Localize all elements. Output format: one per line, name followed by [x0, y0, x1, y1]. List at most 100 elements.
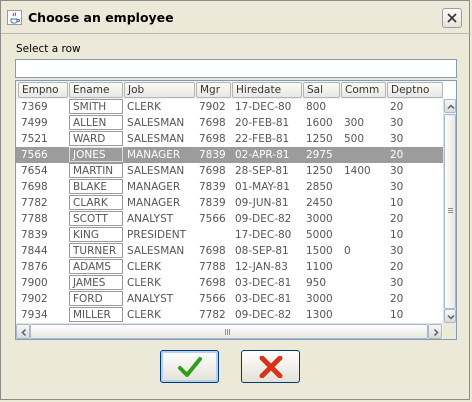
cell-job: MANAGER [127, 181, 181, 193]
cell-sal: 1250 [306, 165, 333, 177]
prompt-label: Select a row [16, 43, 81, 55]
table-row[interactable]: 7934 MILLER CLERK 7782 09-DEC-82 1300 10 [16, 307, 443, 323]
cell-sal: 3000 [306, 213, 333, 225]
vertical-scroll-thumb[interactable] [444, 114, 456, 309]
arrow-right-icon [433, 328, 439, 337]
cell-deptno: 30 [390, 181, 404, 193]
table-row[interactable]: 7369 SMITH CLERK 7902 17-DEC-80 800 20 [16, 99, 443, 115]
cell-job: CLERK [127, 277, 161, 289]
cell-mgr: 7788 [199, 261, 226, 273]
cell-sal: 2450 [306, 197, 333, 209]
cell-ename: JAMES [69, 275, 123, 290]
cell-mgr: 7839 [199, 181, 226, 193]
cell-ename: MILLER [69, 307, 123, 322]
cell-ename: BLAKE [69, 179, 123, 194]
cell-comm [341, 179, 386, 195]
cell-hiredate: 17-DEC-80 [235, 229, 292, 241]
cell-hiredate: 28-SEP-81 [235, 165, 289, 177]
cell-comm [341, 211, 386, 227]
scroll-left-button[interactable] [16, 324, 30, 339]
table-row[interactable]: 7499 ALLEN SALESMAN 7698 20-FEB-81 1600 300 30 [16, 115, 443, 131]
scroll-up-button[interactable] [444, 99, 456, 113]
cell-job: SALESMAN [127, 117, 185, 129]
cell-hiredate: 03-DEC-81 [235, 277, 292, 289]
cell-sal: 2975 [306, 149, 333, 161]
cell-ename: JONES [69, 147, 123, 162]
table-row[interactable]: 7521 WARD SALESMAN 7698 22-FEB-81 1250 500 30 [16, 131, 443, 147]
arrow-down-icon [447, 314, 455, 320]
cell-comm [341, 275, 386, 291]
cell-sal: 5000 [306, 229, 333, 241]
cell-deptno: 20 [390, 261, 404, 273]
cell-job: ANALYST [127, 293, 174, 305]
cell-deptno: 30 [390, 117, 404, 129]
table-row[interactable]: 7844 TURNER SALESMAN 7698 08-SEP-81 1500 0 30 [16, 243, 443, 259]
table-row[interactable]: 7876 ADAMS CLERK 7788 12-JAN-83 1100 20 [16, 259, 443, 275]
table-row[interactable]: 7654 MARTIN SALESMAN 7698 28-SEP-81 1250 1400 3… [16, 163, 443, 179]
column-header-empno[interactable]: Empno [18, 82, 68, 98]
cell-deptno: 30 [390, 245, 404, 257]
cell-hiredate: 08-SEP-81 [235, 245, 289, 257]
cell-empno: 7782 [21, 197, 48, 209]
grip-line [225, 329, 226, 335]
cell-empno: 7934 [21, 309, 48, 321]
cell-sal: 1600 [306, 117, 333, 129]
title-bar[interactable]: Choose an employee [1, 1, 471, 34]
column-header-ename[interactable]: Ename [69, 82, 123, 98]
cell-deptno: 10 [390, 229, 404, 241]
check-icon [178, 357, 202, 377]
cell-deptno: 30 [390, 165, 404, 177]
cell-comm: 1400 [344, 165, 371, 177]
cell-sal: 1500 [306, 245, 333, 257]
table-row[interactable]: 7900 JAMES CLERK 7698 03-DEC-81 950 30 [16, 275, 443, 291]
cell-hiredate: 22-FEB-81 [235, 133, 290, 145]
grip-line [227, 329, 228, 335]
cell-mgr: 7698 [199, 117, 226, 129]
column-header-hiredate[interactable]: Hiredate [232, 82, 302, 98]
dialog-window: Choose an employee Select a row Empno Ena… [0, 0, 471, 400]
cell-empno: 7566 [21, 149, 48, 161]
arrow-left-icon [21, 328, 27, 337]
cell-hiredate: 01-MAY-81 [235, 181, 290, 193]
cell-hiredate: 12-JAN-83 [235, 261, 288, 273]
table-body: 7369 SMITH CLERK 7902 17-DEC-80 800 20 7499 ALLE… [16, 99, 443, 323]
vertical-scrollbar[interactable] [443, 99, 456, 323]
cell-empno: 7698 [21, 181, 48, 193]
cell-mgr [196, 227, 231, 243]
table-row[interactable]: 7839 KING PRESIDENT 17-DEC-80 5000 10 [16, 227, 443, 243]
column-header-sal[interactable]: Sal [303, 82, 340, 98]
close-button[interactable] [442, 8, 462, 28]
cell-comm [341, 99, 386, 115]
cell-mgr: 7698 [199, 245, 226, 257]
cell-job: SALESMAN [127, 245, 185, 257]
table-row[interactable]: 7788 SCOTT ANALYST 7566 09-DEC-82 3000 20 [16, 211, 443, 227]
cell-empno: 7900 [21, 277, 48, 289]
table-row[interactable]: 7698 BLAKE MANAGER 7839 01-MAY-81 2850 30 [16, 179, 443, 195]
cell-empno: 7499 [21, 117, 48, 129]
cell-empno: 7844 [21, 245, 48, 257]
ok-button[interactable] [160, 350, 219, 383]
table-row[interactable]: 7902 FORD ANALYST 7566 03-DEC-81 3000 20 [16, 291, 443, 307]
cell-empno: 7788 [21, 213, 48, 225]
scroll-down-button[interactable] [444, 309, 456, 323]
cell-job: PRESIDENT [127, 229, 187, 241]
column-header-mgr[interactable]: Mgr [196, 82, 231, 98]
cell-comm [341, 307, 386, 323]
cell-hiredate: 03-DEC-81 [235, 293, 292, 305]
cell-job: SALESMAN [127, 165, 185, 177]
scroll-right-button[interactable] [428, 324, 442, 339]
column-header-deptno[interactable]: Deptno [387, 82, 443, 98]
x-icon [259, 356, 283, 378]
column-header-job[interactable]: Job [124, 82, 195, 98]
column-header-comm[interactable]: Comm [341, 82, 386, 98]
cancel-button[interactable] [241, 350, 300, 383]
horizontal-scrollbar[interactable] [16, 323, 443, 339]
cell-ename: FORD [69, 291, 123, 306]
cell-hiredate: 09-DEC-82 [235, 213, 292, 225]
table-row[interactable]: 7566 JONES MANAGER 7839 02-APR-81 2975 20 [16, 147, 443, 163]
cell-ename: TURNER [69, 243, 123, 258]
cell-mgr: 7698 [199, 277, 226, 289]
table-row[interactable]: 7782 CLARK MANAGER 7839 09-JUN-81 2450 10 [16, 195, 443, 211]
horizontal-scroll-thumb[interactable] [30, 324, 428, 339]
filter-input[interactable] [15, 59, 457, 78]
